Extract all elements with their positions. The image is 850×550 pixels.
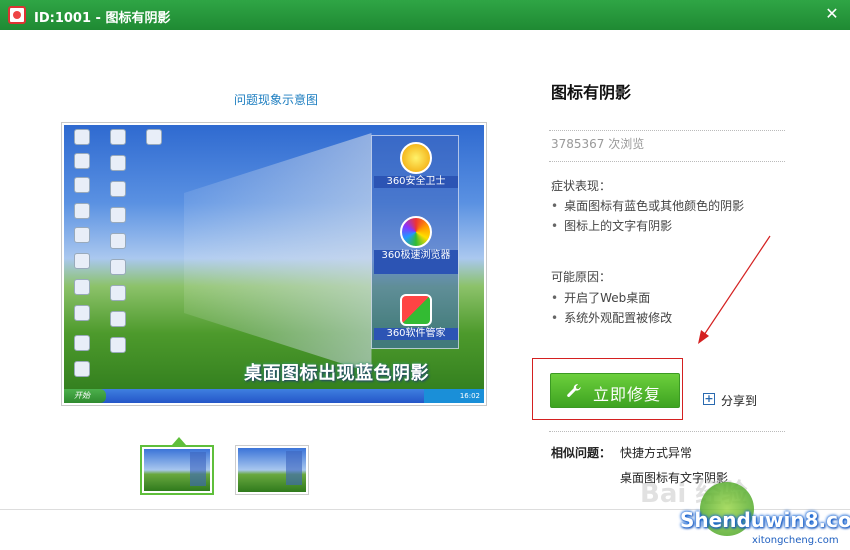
desktop-icon [74, 203, 90, 219]
desktop-icon [74, 227, 90, 243]
cause-item: 开启了Web桌面 [551, 289, 650, 306]
thumbnail-2[interactable] [235, 445, 309, 495]
desktop-icon [110, 181, 126, 197]
overlay-caption: 桌面图标出现蓝色阴影 [244, 363, 429, 384]
close-icon[interactable]: ✕ [822, 4, 842, 24]
security-guard-icon [400, 142, 432, 174]
preview-image: 360安全卫士 360极速浏览器 360软件管家 桌面图标出现蓝色阴影 开始 1… [61, 122, 487, 406]
software-manager-icon [400, 294, 432, 326]
preview-caption: 问题现象示意图 [233, 93, 318, 107]
wrench-icon [567, 384, 581, 397]
desktop-icon [74, 335, 90, 351]
panel-label: 360安全卫士 [374, 176, 458, 188]
desktop-icon [110, 285, 126, 301]
share-link[interactable]: 分享到 [721, 392, 757, 409]
repair-button-label: 立即修复 [593, 385, 662, 404]
watermark-site: Shenduwin8.com [680, 508, 850, 532]
repair-button[interactable]: 立即修复 [550, 373, 680, 408]
share-plus-icon[interactable]: + [703, 393, 715, 405]
desktop-icon [74, 129, 90, 145]
symptoms-title: 症状表现： [551, 179, 612, 193]
divider [549, 161, 785, 162]
desktop-icon [74, 279, 90, 295]
panel-label: 360软件管家 [374, 328, 458, 340]
desktop-icon [74, 253, 90, 269]
desktop-icon [110, 207, 126, 223]
desktop-icon [110, 233, 126, 249]
desktop-icon [74, 361, 90, 377]
symptom-item: 图标上的文字有阴影 [551, 217, 672, 234]
cause-item: 系统外观配置被修改 [551, 309, 672, 326]
browser-icon [400, 216, 432, 248]
divider [549, 130, 785, 131]
desktop-icon [146, 129, 162, 145]
similar-item[interactable]: 快捷方式异常 [620, 444, 692, 461]
taskbar: 开始 16:02 [64, 389, 484, 403]
icon-panel: 360安全卫士 360极速浏览器 360软件管家 [371, 135, 459, 349]
desktop-icon [74, 305, 90, 321]
start-button: 开始 [64, 389, 106, 403]
app-icon [8, 6, 26, 24]
thumbnail-1[interactable] [140, 445, 214, 495]
divider [549, 431, 785, 432]
thumbnail-pointer [172, 437, 186, 445]
desktop-screenshot: 360安全卫士 360极速浏览器 360软件管家 桌面图标出现蓝色阴影 开始 1… [64, 125, 484, 403]
view-count: 3785367 次浏览 [551, 137, 645, 151]
symptom-item: 桌面图标有蓝色或其他颜色的阴影 [551, 197, 744, 214]
desktop-icon [74, 177, 90, 193]
title-bar: ID:1001 - 图标有阴影 ✕ [0, 0, 850, 30]
window-title: ID:1001 - 图标有阴影 [34, 11, 171, 26]
system-tray-clock: 16:02 [424, 389, 484, 403]
similar-label: 相似问题： [551, 446, 612, 460]
desktop-icon [110, 337, 126, 353]
problem-title: 图标有阴影 [551, 83, 632, 102]
desktop-icon [110, 129, 126, 145]
desktop-icon [74, 153, 90, 169]
causes-title: 可能原因： [551, 270, 612, 284]
panel-label: 360极速浏览器 [374, 250, 458, 274]
desktop-icon [110, 155, 126, 171]
desktop-icon [110, 259, 126, 275]
watermark-url: xitongcheng.com [752, 535, 839, 546]
desktop-icon [110, 311, 126, 327]
annotation-arrow [698, 235, 771, 344]
